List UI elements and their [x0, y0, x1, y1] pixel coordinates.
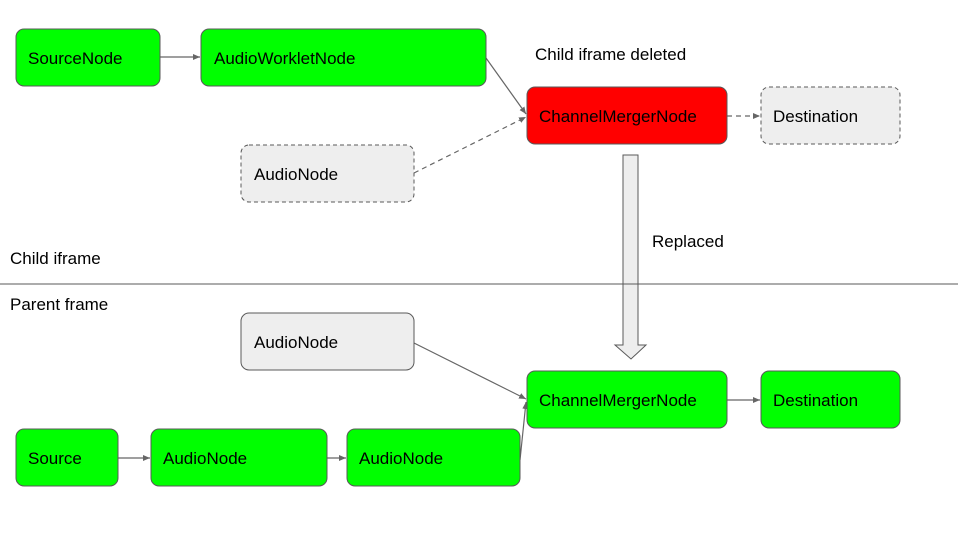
node-label: Source	[28, 449, 82, 468]
node-parent-audio-node-2: AudioNode	[346, 428, 521, 487]
edge-audionode-to-merger	[413, 116, 527, 174]
node-label: AudioNode	[254, 165, 338, 184]
node-audio-worklet: AudioWorkletNode	[200, 28, 487, 87]
node-parent-audio-node-1: AudioNode	[150, 428, 328, 487]
node-label: AudioNode	[163, 449, 247, 468]
deleted-note: Child iframe deleted	[535, 45, 686, 64]
child-iframe-label: Child iframe	[10, 249, 101, 268]
node-parent-audio-node: AudioNode	[240, 312, 415, 371]
node-label: Destination	[773, 107, 858, 126]
edge-parent-audionode-to-merger	[413, 342, 527, 400]
replaced-arrow-icon	[613, 154, 648, 360]
node-label: AudioNode	[254, 333, 338, 352]
node-label: AudioWorkletNode	[214, 49, 355, 68]
node-label: Destination	[773, 391, 858, 410]
node-parent-channel-merger: ChannelMergerNode	[526, 370, 728, 429]
node-label: SourceNode	[28, 49, 123, 68]
node-label: ChannelMergerNode	[539, 107, 697, 126]
node-label: ChannelMergerNode	[539, 391, 697, 410]
parent-frame-label: Parent frame	[10, 295, 108, 314]
edge-audionode-to-parent-merger	[519, 401, 529, 461]
node-label: AudioNode	[359, 449, 443, 468]
node-parent-destination: Destination	[760, 370, 901, 429]
node-channel-merger-deleted: ChannelMergerNode	[526, 86, 728, 145]
audio-graph-diagram: Child iframe deleted Replaced Child ifra…	[0, 28, 958, 487]
node-parent-source: Source	[15, 428, 119, 487]
replaced-label: Replaced	[652, 232, 724, 251]
node-source: SourceNode	[15, 28, 161, 87]
edge-worklet-to-merger	[485, 57, 527, 115]
node-audio-node-inactive: AudioNode	[240, 144, 415, 203]
node-destination-inactive: Destination	[760, 86, 901, 145]
